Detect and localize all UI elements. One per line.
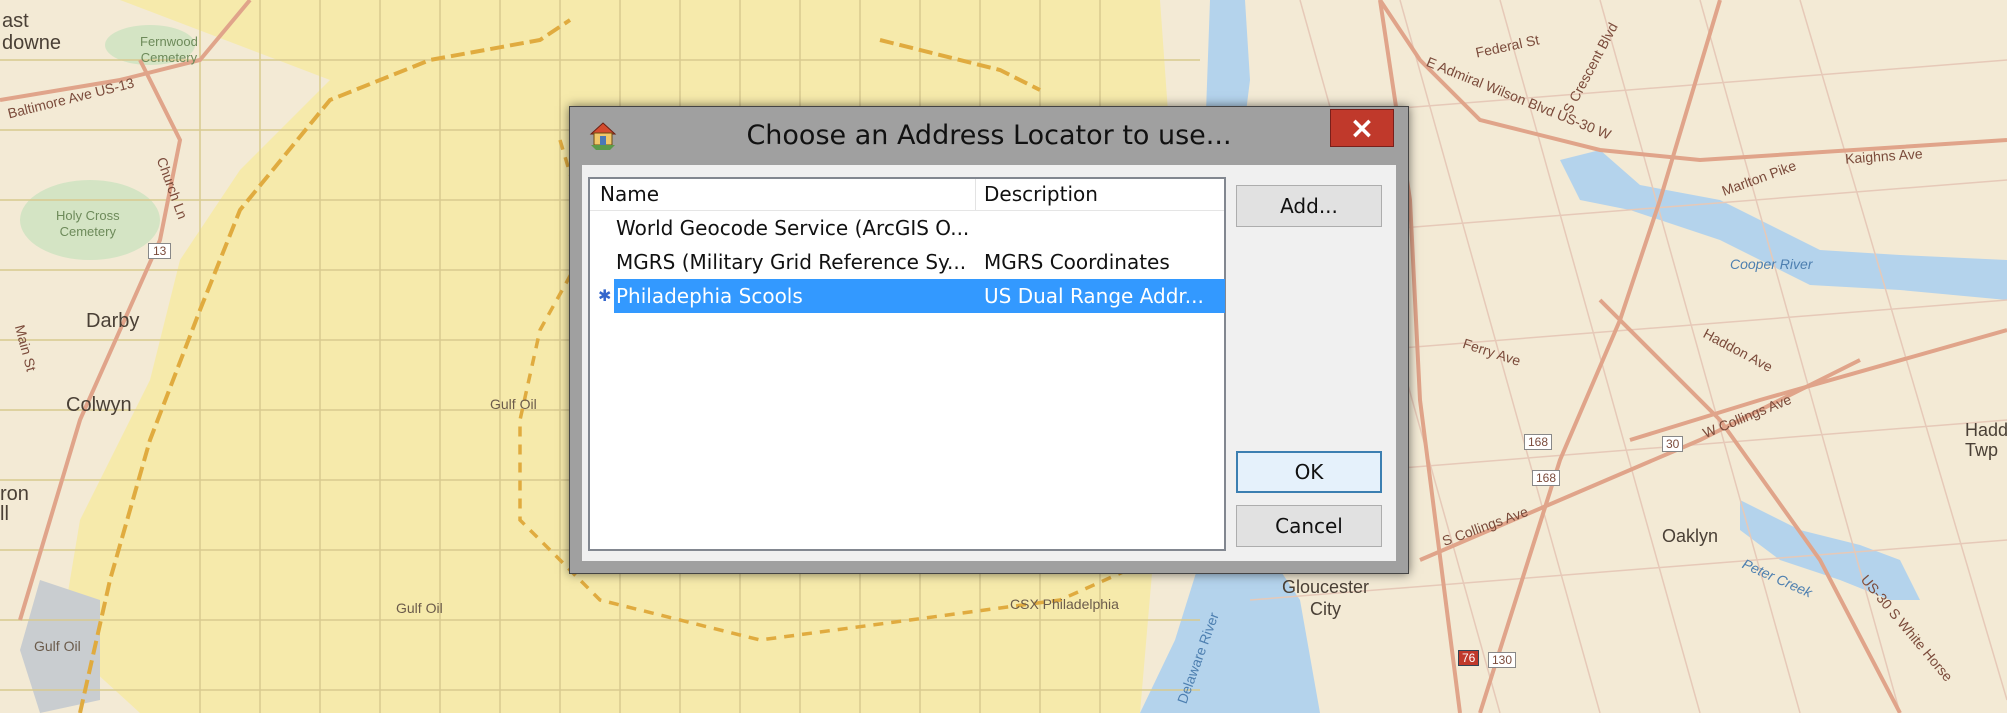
- locator-name: MGRS (Military Grid Reference Sy...: [616, 250, 967, 274]
- route-13-shield: 13: [148, 243, 172, 259]
- locator-list[interactable]: Name Description World Geocode Service (…: [588, 177, 1226, 551]
- locator-description: US Dual Range Addr...: [984, 284, 1204, 308]
- default-marker-icon: ✱: [598, 286, 612, 305]
- map-label-gulf-oil-1: Gulf Oil: [34, 638, 81, 654]
- close-icon: ×: [1349, 111, 1375, 146]
- route-30-shield: 30: [1662, 436, 1684, 452]
- list-item-selected[interactable]: ✱ Philadephia Scools US Dual Range Addr.…: [590, 279, 1225, 313]
- map-label-holy-cross-cemetery: Holy Cross Cemetery: [56, 208, 120, 239]
- list-item[interactable]: MGRS (Military Grid Reference Sy... MGRS…: [590, 245, 1224, 279]
- locator-description: MGRS Coordinates: [984, 250, 1170, 274]
- list-header: Name Description: [590, 179, 1224, 211]
- dialog-client-area: Name Description World Geocode Service (…: [582, 165, 1396, 561]
- map-label-oaklyn: Oaklyn: [1662, 526, 1719, 546]
- locator-name: Philadephia Scools: [616, 284, 803, 308]
- route-130-shield: 130: [1488, 652, 1517, 668]
- cancel-button[interactable]: Cancel: [1236, 505, 1382, 547]
- column-header-description[interactable]: Description: [984, 179, 1224, 210]
- map-label-gulf-oil-2: Gulf Oil: [490, 396, 537, 412]
- address-locator-dialog: Choose an Address Locator to use... × Na…: [569, 106, 1409, 574]
- route-76-shield: 76: [1458, 650, 1480, 666]
- map-label-gloucester-city: Gloucester City: [1282, 577, 1370, 619]
- map-label-haddon-twp: Hadd Twp: [1965, 420, 2007, 460]
- locator-name: World Geocode Service (ArcGIS O...: [616, 216, 970, 240]
- dialog-title-bar[interactable]: Choose an Address Locator to use... ×: [570, 107, 1408, 165]
- close-button[interactable]: ×: [1330, 109, 1394, 147]
- map-label-east-lansdowne: ast downe: [2, 10, 61, 54]
- column-header-name[interactable]: Name: [600, 179, 976, 210]
- route-168-shield-a: 168: [1524, 434, 1553, 450]
- map-label-cooper-river: Cooper River: [1730, 256, 1813, 272]
- map-label-csx: CSX Philadelphia: [1010, 596, 1119, 612]
- route-168-shield-b: 168: [1532, 470, 1561, 486]
- map-label-ron: ron ll: [0, 483, 29, 525]
- map-label-gulf-oil-3: Gulf Oil: [396, 600, 443, 616]
- ok-button[interactable]: OK: [1236, 451, 1382, 493]
- map-label-fernwood-cemetery: Fernwood Cemetery: [140, 34, 198, 65]
- add-button[interactable]: Add...: [1236, 185, 1382, 227]
- map-label-colwyn: Colwyn: [66, 394, 132, 416]
- map-label-darby: Darby: [86, 310, 140, 332]
- dialog-title: Choose an Address Locator to use...: [746, 120, 1232, 151]
- list-item[interactable]: World Geocode Service (ArcGIS O...: [590, 211, 1224, 245]
